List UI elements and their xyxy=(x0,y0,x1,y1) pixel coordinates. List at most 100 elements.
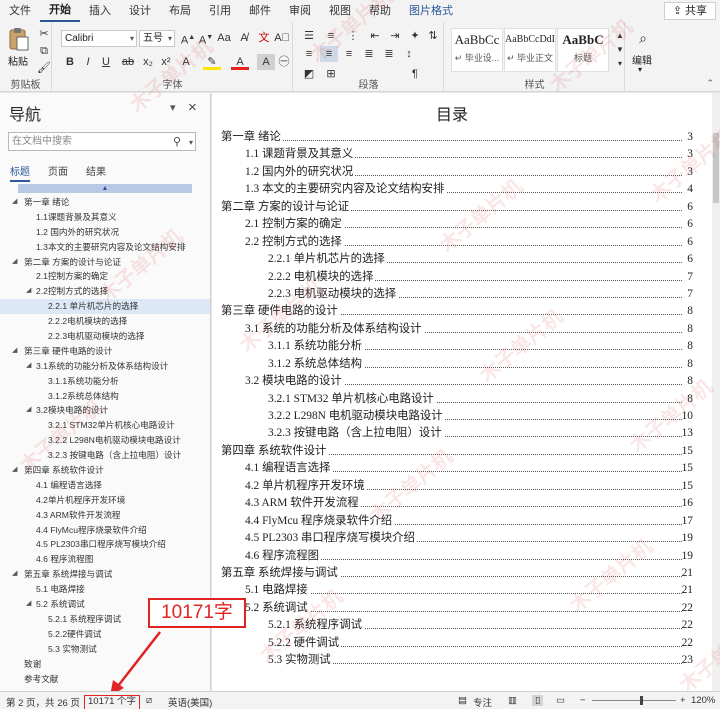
toc-entry[interactable]: 4.2 单片机程序开发环境 15 xyxy=(212,477,712,496)
strikethrough-icon[interactable]: ab xyxy=(119,54,137,70)
web-layout-icon[interactable]: ▭ xyxy=(556,695,565,706)
focus-icon[interactable]: ▤ xyxy=(458,695,467,706)
font-name-select[interactable]: Calibri ▾ xyxy=(61,30,137,47)
increase-indent-icon[interactable]: ⇥ xyxy=(386,28,404,44)
tab-design[interactable]: 设计 xyxy=(120,0,160,22)
enclose-char-icon[interactable]: ㊀ xyxy=(275,54,293,70)
zoom-level[interactable]: 120% xyxy=(691,695,715,706)
collapse-triangle-icon[interactable]: ◢ xyxy=(12,463,17,478)
change-case-icon[interactable]: Aa xyxy=(215,30,233,46)
toc-entry[interactable]: 5.2.1 系统程序调试 22 xyxy=(212,617,712,635)
tab-mailings[interactable]: 邮件 xyxy=(240,0,280,22)
nav-heading-item[interactable]: 4.1 编程语言选择 xyxy=(0,478,210,493)
toc-entry[interactable]: 第五章 系统焊接与调试 21 xyxy=(212,564,712,583)
nav-heading-item[interactable]: 1.3本文的主要研究内容及论文结构安排 xyxy=(0,240,210,255)
tab-picture-format[interactable]: 图片格式 xyxy=(400,0,462,22)
nav-heading-item[interactable]: ◢ 第二章 方案的设计与论证 xyxy=(0,255,210,270)
align-right-icon[interactable]: ≡ xyxy=(340,46,358,62)
toc-entry[interactable]: 1.1 课题背景及其意义 3 xyxy=(212,146,712,164)
zoom-slider-handle[interactable] xyxy=(640,696,643,705)
format-painter-icon[interactable]: 🖌 xyxy=(35,60,53,76)
nav-heading-item[interactable]: 2.1控制方案的确定 xyxy=(0,269,210,284)
proofing-icon[interactable]: ⧄ xyxy=(146,695,152,706)
cut-icon[interactable]: ✂ xyxy=(35,26,53,42)
collapse-triangle-icon[interactable]: ◢ xyxy=(26,597,31,612)
nav-heading-item[interactable]: 5.2.2硬件调试 xyxy=(0,627,210,642)
collapse-triangle-icon[interactable]: ◢ xyxy=(26,403,31,418)
search-icon[interactable]: ⚲ xyxy=(173,134,181,151)
nav-heading-item[interactable]: ◢ 第五章 系统焊接与调试 xyxy=(0,567,210,582)
shrink-font-icon[interactable]: A▼ xyxy=(197,30,215,47)
nav-search-input[interactable]: 在文档中搜索 ⚲ ▾ xyxy=(8,132,196,151)
nav-tab-pages[interactable]: 页面 xyxy=(48,163,68,182)
nav-heading-item[interactable]: 3.1.2系统总体结构 xyxy=(0,389,210,404)
nav-heading-item[interactable]: 5.1 电路焊接 xyxy=(0,582,210,597)
toc-entry[interactable]: 5.3 实物测试 23 xyxy=(212,652,712,670)
collapse-triangle-icon[interactable]: ◢ xyxy=(12,344,17,359)
read-mode-icon[interactable]: ▥ xyxy=(508,695,517,706)
nav-tab-results[interactable]: 结果 xyxy=(86,163,106,182)
toc-entry[interactable]: 2.2.1 单片机芯片的选择 6 xyxy=(212,251,712,269)
toc-entry[interactable]: 5.2.2 硬件调试 22 xyxy=(212,634,712,653)
char-border-icon[interactable]: A⃞ xyxy=(273,30,291,46)
nav-heading-item[interactable]: 2.2.1 单片机芯片的选择 xyxy=(0,299,210,315)
zoom-in-icon[interactable]: + xyxy=(680,695,686,706)
collapse-triangle-icon[interactable]: ◢ xyxy=(12,255,17,270)
close-icon[interactable]: × xyxy=(188,99,197,116)
focus-mode-button[interactable]: 专注 xyxy=(473,695,492,709)
grow-font-icon[interactable]: A▲ xyxy=(179,30,197,47)
toc-entry[interactable]: 3.1 系统的功能分析及体系结构设计 8 xyxy=(212,320,712,339)
underline-icon[interactable]: U xyxy=(97,54,115,70)
toc-entry[interactable]: 4.4 FlyMcu 程序烧录软件介绍 17 xyxy=(212,512,712,531)
share-button[interactable]: ⇪ 共享 xyxy=(663,2,716,20)
line-spacing-icon[interactable]: ↕ xyxy=(400,46,418,62)
vertical-scrollbar[interactable] xyxy=(712,93,720,691)
italic-icon[interactable]: I xyxy=(79,54,97,70)
page-indicator[interactable]: 第 2 页，共 26 页 xyxy=(6,695,80,709)
nav-heading-item[interactable]: 3.2.1 STM32单片机核心电路设计 xyxy=(0,418,210,433)
multilevel-list-icon[interactable]: ⋮ xyxy=(344,28,362,44)
nav-heading-item[interactable]: 4.2单片机程序开发环境 xyxy=(0,493,210,508)
nav-heading-item[interactable]: 3.2.3 按键电路（含上拉电阻）设计 xyxy=(0,448,210,463)
style-thesis-body[interactable]: AaBbCcDdI ↵ 毕业正文 xyxy=(504,28,556,72)
editing-group[interactable]: ⌕ 编辑 ▾ xyxy=(626,22,660,92)
zoom-out-icon[interactable]: − xyxy=(580,695,586,706)
toc-entry[interactable]: 4.6 程序流程图 19 xyxy=(212,547,712,565)
numbering-icon[interactable]: ≡ xyxy=(322,28,340,44)
toc-entry[interactable]: 1.3 本文的主要研究内容及论文结构安排 4 xyxy=(212,181,712,199)
paste-button[interactable]: 粘贴 xyxy=(8,53,28,68)
tab-insert[interactable]: 插入 xyxy=(80,0,120,22)
tab-review[interactable]: 审阅 xyxy=(280,0,320,22)
chevron-down-icon[interactable]: ▾ xyxy=(189,134,193,151)
toc-entry[interactable]: 2.2 控制方式的选择 6 xyxy=(212,233,712,252)
word-count[interactable]: 10171 个字 xyxy=(84,695,141,709)
nav-heading-item[interactable]: 4.6 程序流程图 xyxy=(0,552,210,567)
tab-view[interactable]: 视图 xyxy=(320,0,360,22)
tab-references[interactable]: 引用 xyxy=(200,0,240,22)
toc-entry[interactable]: 5.1 电路焊接 21 xyxy=(212,582,712,600)
zoom-slider[interactable] xyxy=(592,700,676,701)
paste-icon[interactable] xyxy=(8,26,30,52)
nav-heading-item[interactable]: 1.2 国内外的研究状况 xyxy=(0,225,210,240)
justify-icon[interactable]: ≣ xyxy=(360,46,378,62)
document-page[interactable]: 目录 第一章 绪论 3 1.1 课题背景及其意义 3 1.2 国内外的研究状况 3 1.3 … xyxy=(212,93,712,691)
style-heading[interactable]: AaBbC 标题 xyxy=(557,28,609,72)
nav-heading-item[interactable]: ◢ 3.2模块电路的设计 xyxy=(0,403,210,418)
tab-layout[interactable]: 布局 xyxy=(160,0,200,22)
nav-options-icon[interactable]: ▾ xyxy=(170,101,176,114)
distribute-icon[interactable]: ≣ xyxy=(380,46,398,62)
nav-heading-item[interactable]: 2.2.3电机驱动模块的选择 xyxy=(0,329,210,344)
tab-home[interactable]: 开始 xyxy=(40,1,80,22)
toc-entry[interactable]: 4.1 编程语言选择 15 xyxy=(212,460,712,478)
collapse-triangle-icon[interactable]: ◢ xyxy=(12,567,17,582)
nav-heading-item[interactable]: 3.2.2 L298N电机驱动模块电路设计 xyxy=(0,433,210,448)
collapse-ribbon-icon[interactable]: ⌃ xyxy=(706,78,714,89)
bullets-icon[interactable]: ☰ xyxy=(300,28,318,44)
tab-help[interactable]: 帮助 xyxy=(360,0,400,22)
nav-tab-headings[interactable]: 标题 xyxy=(10,163,30,182)
chinese-layout-icon[interactable]: ✦ xyxy=(406,28,424,44)
toc-entry[interactable]: 1.2 国内外的研究状况 3 xyxy=(212,163,712,182)
print-layout-icon[interactable]: ▯ xyxy=(532,695,544,706)
font-color-icon[interactable]: A xyxy=(231,54,249,70)
align-center-icon[interactable]: ≡ xyxy=(320,46,338,62)
